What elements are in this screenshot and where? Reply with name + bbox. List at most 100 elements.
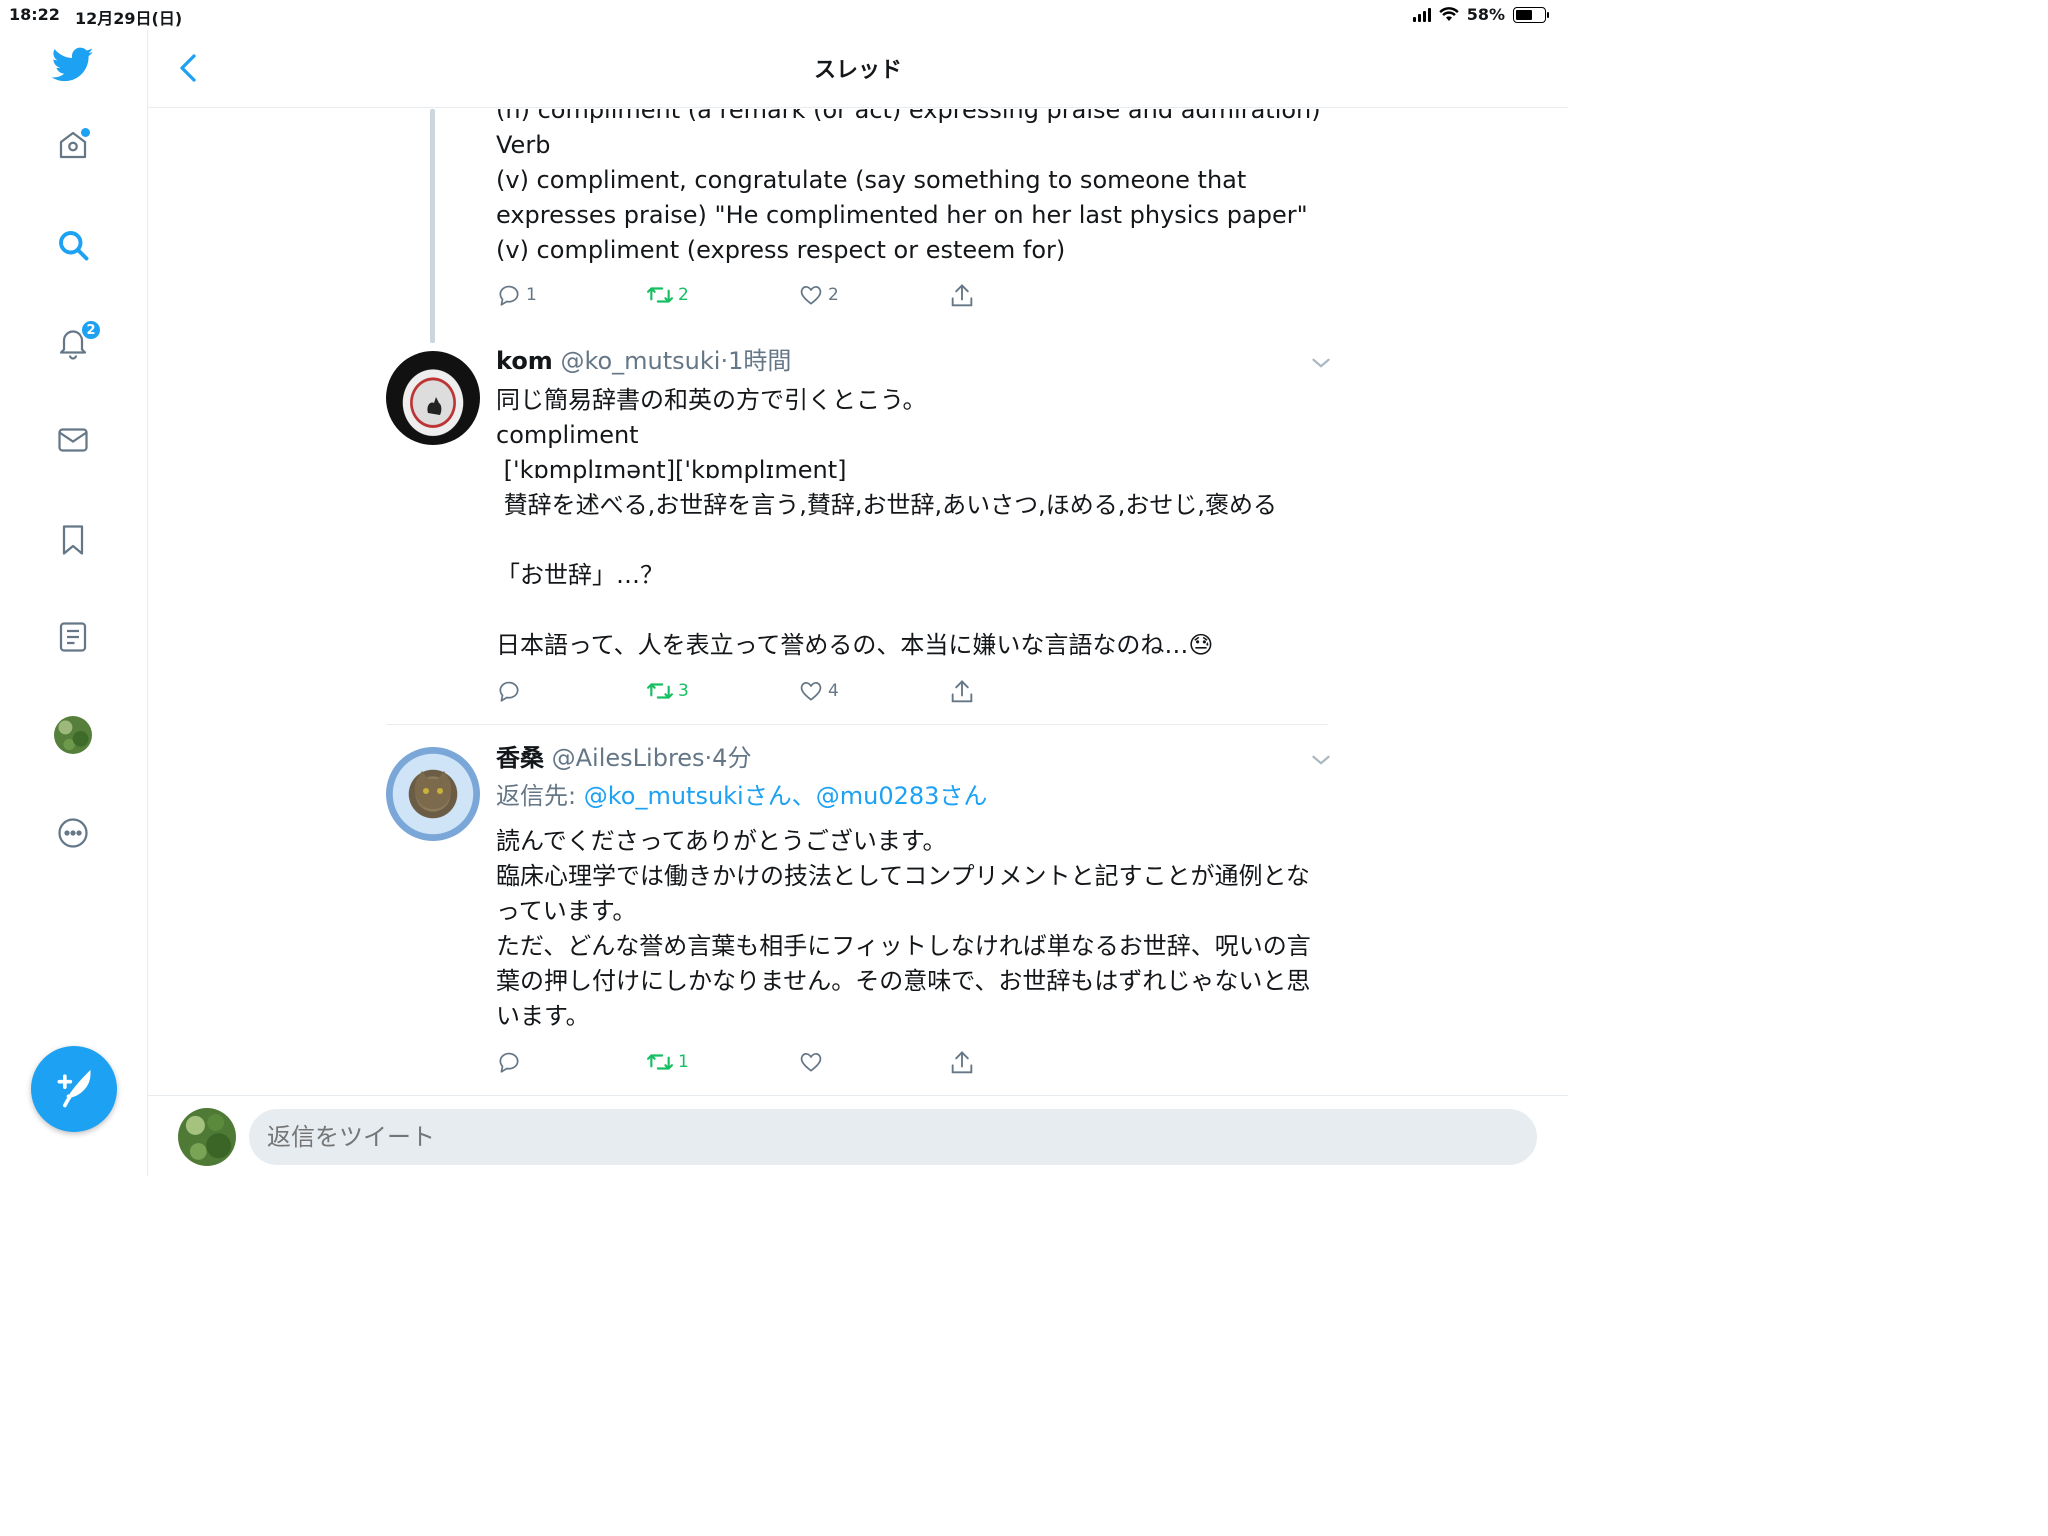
reply-button[interactable] xyxy=(496,1049,526,1075)
tweet-1-line: (n) compliment (a remark (or act) expres… xyxy=(496,109,1321,124)
bookmark-icon xyxy=(62,525,84,555)
reply-mentions-link[interactable]: @ko_mutsukiさん、@mu0283さん xyxy=(584,782,988,810)
tweet-3-line: 読んでくださってありがとうございます。 xyxy=(496,827,947,855)
tweet-3-line: ただ、どんな誉め言葉も相手にフィットしなければ単なるお世辞、呪いの言 xyxy=(496,932,1311,960)
twitter-bird-icon xyxy=(52,47,94,82)
tweet-3-text: 読んでくださってありがとうございます。 臨床心理学では働きかけの技法としてコンプ… xyxy=(496,824,1336,1034)
tweet-3-line: 臨床心理学では働きかけの技法としてコンプリメントと記すことが通例とな xyxy=(496,862,1310,890)
timestamp: ·1時間 xyxy=(720,347,792,375)
share-icon xyxy=(951,284,973,307)
tweet-2-line xyxy=(496,593,1336,628)
reply-button[interactable]: 1 xyxy=(496,282,537,308)
like-button[interactable] xyxy=(798,1049,828,1075)
sidebar: 2 xyxy=(0,30,148,1176)
reply-bar xyxy=(148,1095,1568,1176)
tweet-1-actions: 1 2 2 xyxy=(496,282,996,312)
chevron-down-icon[interactable] xyxy=(1308,747,1334,773)
tweet-1-text: (n) compliment (a remark (or act) expres… xyxy=(496,109,1336,268)
nav-home[interactable] xyxy=(48,120,98,170)
nav-profile[interactable] xyxy=(48,710,98,760)
display-name[interactable]: kom xyxy=(496,347,553,375)
tweet-2-text: 同じ簡易辞書の和英の方で引くとこう。 compliment ['kɒmplɪmə… xyxy=(496,383,1336,663)
reply-button[interactable] xyxy=(496,678,526,704)
like-count: 2 xyxy=(828,285,839,305)
reply-to-label: 返信先: xyxy=(496,782,584,810)
retweet-button[interactable]: 2 xyxy=(646,282,689,308)
share-button[interactable] xyxy=(948,1049,976,1077)
share-icon xyxy=(951,1051,973,1074)
display-name[interactable]: 香桑 xyxy=(496,744,544,772)
compose-tweet-button[interactable] xyxy=(31,1046,117,1132)
tweet-1-line: (v) compliment, congratulate (say someth… xyxy=(496,166,1247,194)
tweet-1-line: (v) compliment (express respect or estee… xyxy=(496,236,1066,264)
more-icon xyxy=(58,818,88,848)
status-date: 12月29日(日) xyxy=(75,9,183,28)
reply-count: 1 xyxy=(526,285,537,305)
status-indicators: 58% xyxy=(1412,5,1549,24)
search-icon xyxy=(59,231,89,261)
reply-icon xyxy=(499,681,519,702)
chevron-down-icon[interactable] xyxy=(1308,350,1334,376)
list-icon xyxy=(59,622,87,652)
tweet-2-actions: 3 4 xyxy=(496,678,996,708)
reply-icon xyxy=(499,1052,519,1073)
retweet-count: 1 xyxy=(678,1052,689,1072)
like-count: 4 xyxy=(828,681,839,701)
twitter-logo[interactable] xyxy=(48,40,98,90)
nav-more[interactable] xyxy=(48,808,98,858)
avatar-kom[interactable] xyxy=(386,351,480,445)
share-button[interactable] xyxy=(948,282,976,310)
tweet-2-line: compliment xyxy=(496,421,639,449)
thread-header: スレッド xyxy=(148,30,1568,108)
user-handle: @AilesLibres xyxy=(551,744,705,772)
nav-lists[interactable] xyxy=(48,612,98,662)
thread-list: (n) compliment (a remark (or act) expres… xyxy=(148,109,1568,1094)
tweet-1-line: expresses praise) "He complimented her o… xyxy=(496,201,1308,229)
retweet-button[interactable]: 3 xyxy=(646,678,689,704)
tweet-divider xyxy=(386,724,1328,725)
share-button[interactable] xyxy=(948,678,976,706)
nav-bookmarks[interactable] xyxy=(48,515,98,565)
retweet-count: 2 xyxy=(678,285,689,305)
heart-icon xyxy=(800,682,822,701)
retweet-count: 3 xyxy=(678,681,689,701)
reply-input[interactable] xyxy=(249,1109,1537,1165)
tweet-2-header: kom @ko_mutsuki·1時間 xyxy=(496,346,791,376)
tweet-3-header: 香桑 @AilesLibres·4分 xyxy=(496,743,751,773)
compose-feather-icon xyxy=(57,1069,91,1108)
heart-icon xyxy=(800,1053,822,1072)
user-handle: @ko_mutsuki xyxy=(560,347,721,375)
tweet-3-line: います。 xyxy=(496,1002,590,1030)
reply-icon xyxy=(499,285,519,306)
tweet-2-line xyxy=(496,523,1336,558)
like-button[interactable]: 2 xyxy=(798,282,839,308)
tweet-2-line: 「お世辞」…？ xyxy=(496,561,664,589)
reply-context: 返信先: @ko_mutsukiさん、@mu0283さん xyxy=(496,781,987,811)
timestamp: ·4分 xyxy=(704,744,752,772)
tweet-2-line: ['kɒmplɪmənt]['kɒmplɪment] xyxy=(496,456,847,484)
wifi-icon xyxy=(1439,7,1459,21)
tweet-3-line: 葉の押し付けにしかなりません。その意味で、お世辞もはずれじゃないと思 xyxy=(496,967,1311,995)
nav-search[interactable] xyxy=(48,220,98,270)
nav-notifications[interactable]: 2 xyxy=(48,317,102,367)
status-time: 18:22 xyxy=(9,5,60,24)
thread-connector-line xyxy=(430,109,435,343)
heart-icon xyxy=(800,286,822,305)
profile-avatar xyxy=(54,716,92,754)
nav-messages[interactable] xyxy=(48,415,98,465)
like-button[interactable]: 4 xyxy=(798,678,839,704)
status-bar: 18:22 12月29日(日) 58% xyxy=(0,0,1568,30)
home-unread-dot xyxy=(81,128,90,137)
my-avatar[interactable] xyxy=(178,1108,236,1166)
cat-avatar-icon xyxy=(414,771,452,809)
notifications-badge: 2 xyxy=(80,319,102,341)
cat-mug-avatar-icon xyxy=(427,397,442,415)
avatar-ailes[interactable] xyxy=(386,747,480,841)
tweet-2-line: 賛辞を述べる,お世辞を言う,賛辞,お世辞,あいさつ,ほめる,おせじ,褒める xyxy=(496,491,1278,519)
page-title: スレッド xyxy=(813,58,902,83)
retweet-button[interactable]: 1 xyxy=(646,1049,689,1075)
tweet-1-line: Verb xyxy=(496,131,551,159)
tweet-2-line: 日本語って、人を表立って誉めるの、本当に嫌いな言語なのね…😓 xyxy=(496,631,1214,659)
share-icon xyxy=(951,680,973,703)
mail-icon xyxy=(58,428,88,452)
